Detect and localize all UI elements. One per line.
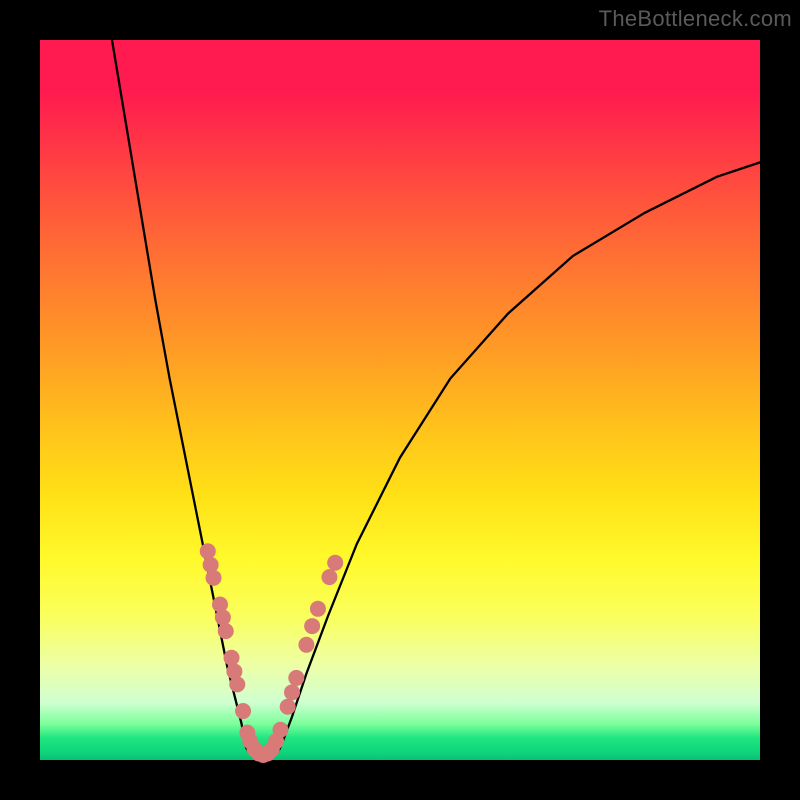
data-marker xyxy=(206,570,222,586)
data-marker xyxy=(215,609,231,625)
data-marker xyxy=(200,543,216,559)
data-marker xyxy=(304,618,320,634)
curve-markers xyxy=(200,543,343,763)
curve-svg xyxy=(40,40,760,760)
watermark-text: TheBottleneck.com xyxy=(599,6,792,32)
data-marker xyxy=(298,637,314,653)
data-marker xyxy=(288,670,304,686)
data-marker xyxy=(327,555,343,571)
data-marker xyxy=(229,676,245,692)
data-marker xyxy=(284,684,300,700)
data-marker xyxy=(280,699,296,715)
bottleneck-curve xyxy=(112,40,760,757)
data-marker xyxy=(224,650,240,666)
chart-frame: TheBottleneck.com xyxy=(0,0,800,800)
data-marker xyxy=(218,623,234,639)
plot-area xyxy=(40,40,760,760)
data-marker xyxy=(272,722,288,738)
data-marker xyxy=(235,703,251,719)
data-marker xyxy=(310,601,326,617)
data-marker xyxy=(321,569,337,585)
